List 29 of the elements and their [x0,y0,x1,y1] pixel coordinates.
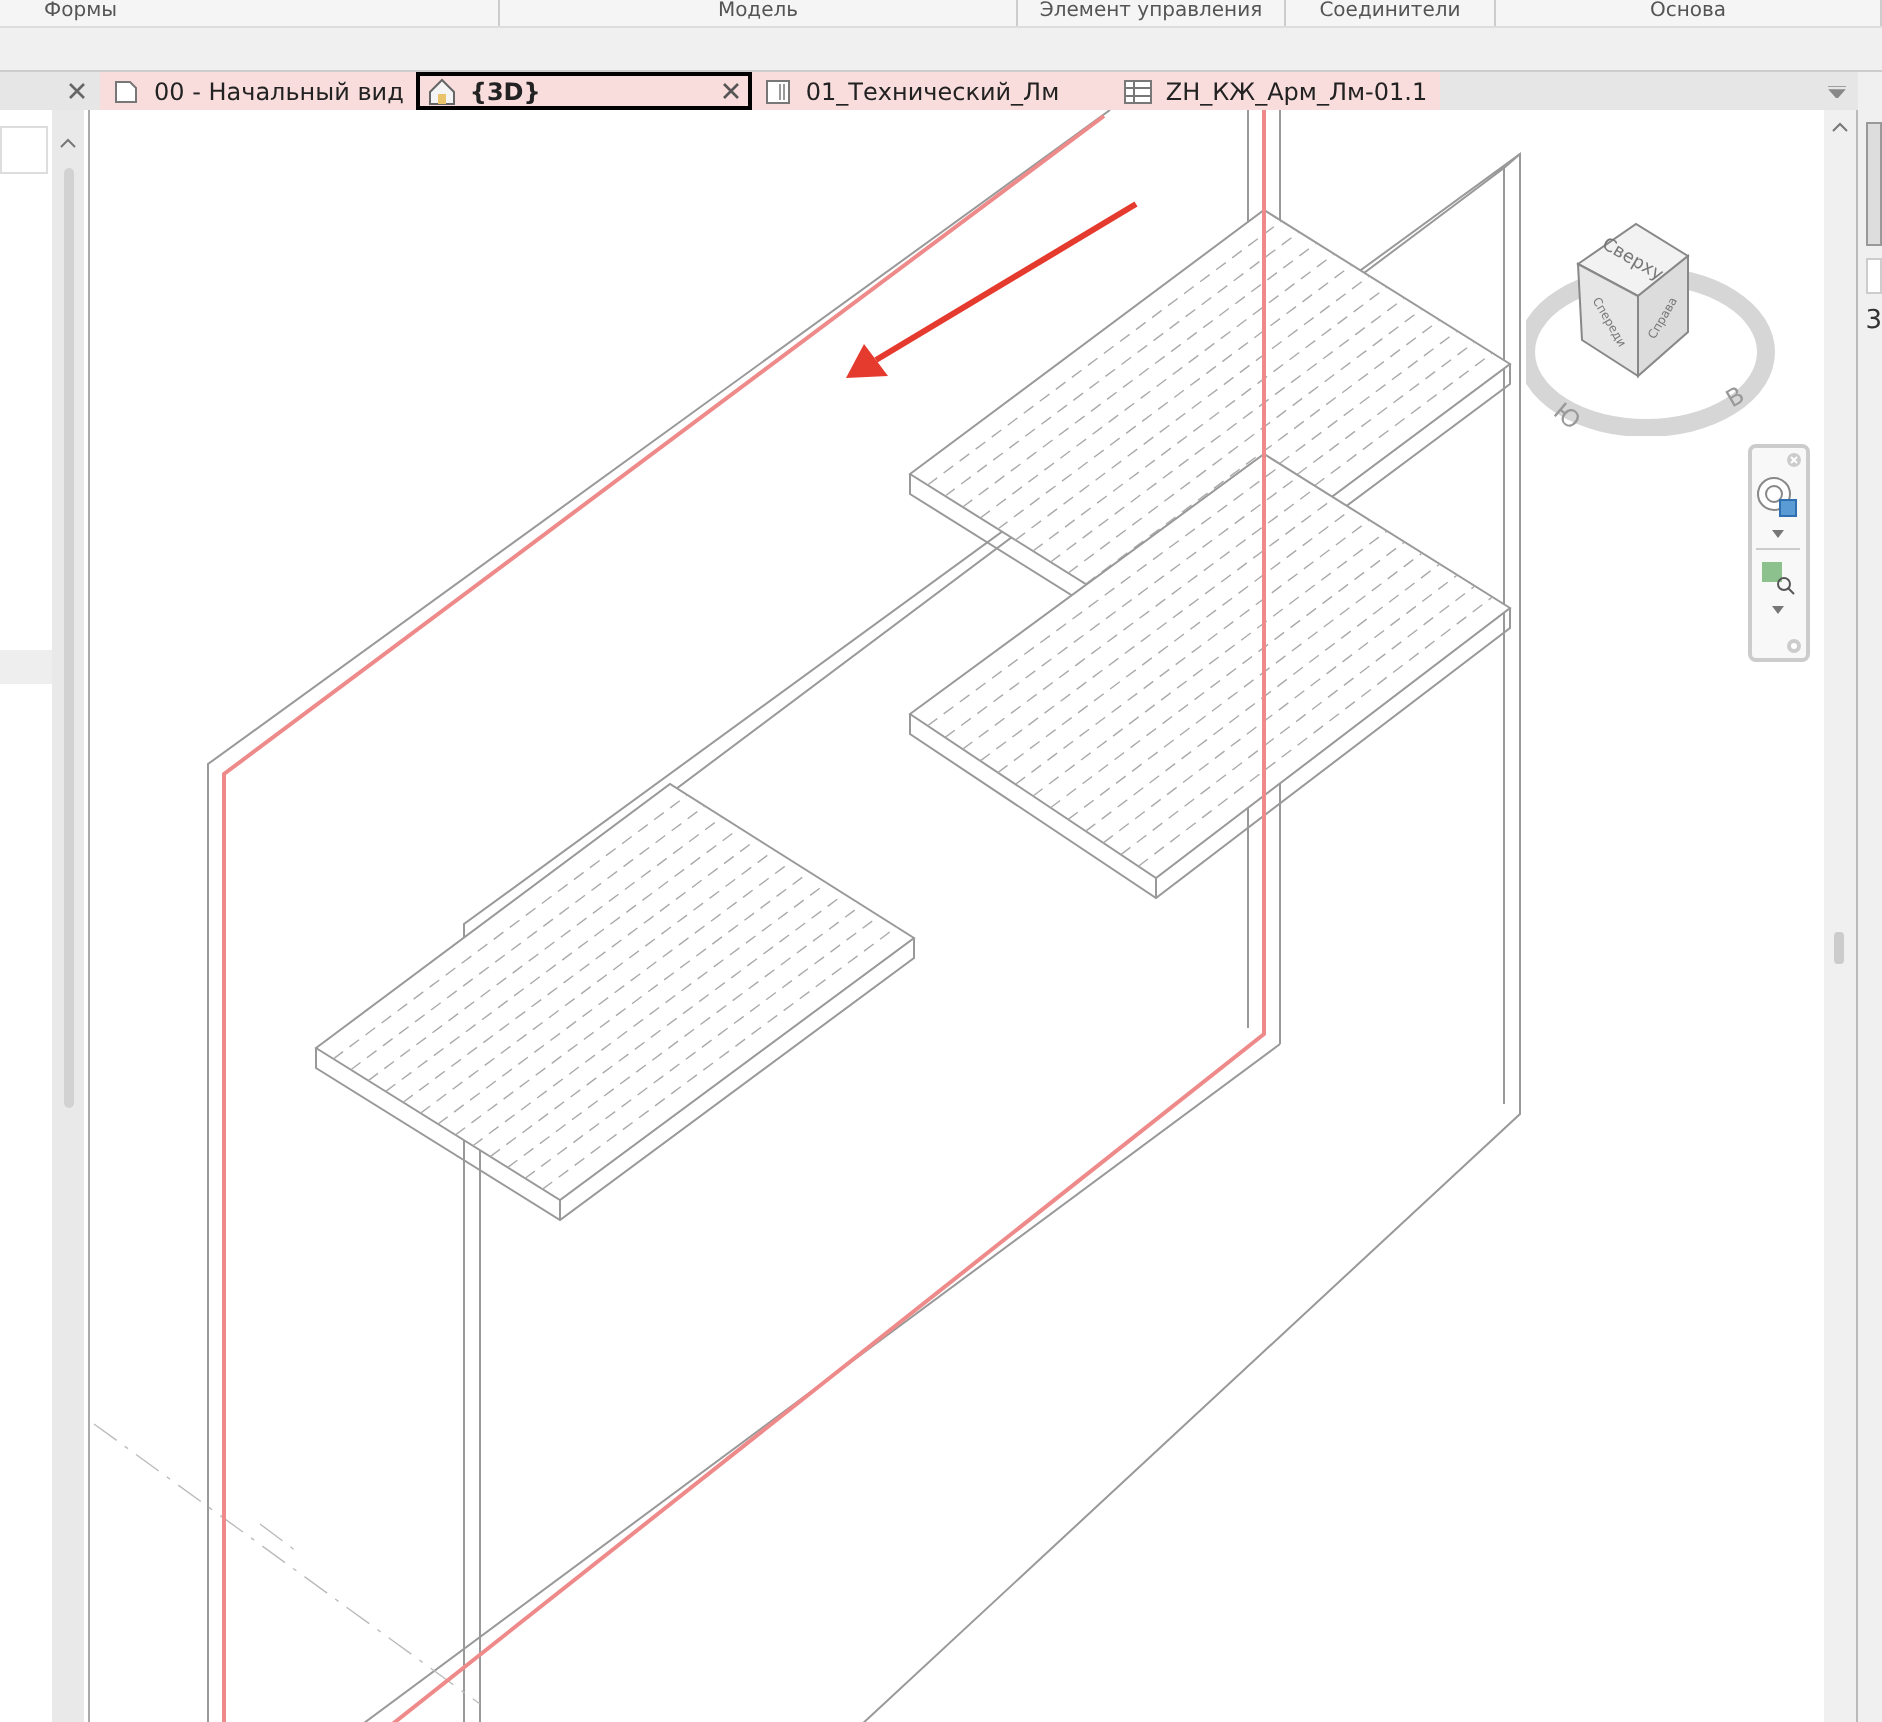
view-tab[interactable]: {3D} [415,72,752,110]
ribbon-panel-title: Соединители [1319,0,1461,22]
preview-thumbnail [1865,122,1882,246]
property-value: 3 [1865,306,1882,336]
wheel-icon[interactable] [1756,476,1801,520]
view-tab[interactable]: 01_Технический_Лм [751,72,1112,110]
scrollbar[interactable] [52,110,84,1722]
view-tab[interactable]: 00 - Начальный вид [100,72,416,110]
ribbon-panel-title: Основа [1649,0,1727,22]
close-icon[interactable] [68,82,86,100]
caret-icon[interactable] [1772,530,1785,538]
ribbon-panel-title: Формы [44,0,118,22]
scroll-up-icon[interactable] [1831,122,1848,132]
caret-icon[interactable] [1772,606,1785,614]
ribbon-panel-title: Модель [717,0,799,22]
page-icon [112,77,140,105]
view-tab[interactable]: ZH_КЖ_Арм_Лм-01.1 [1111,72,1440,110]
search-field[interactable] [0,126,48,174]
ribbon-panel-title: Элемент управления [1039,0,1263,22]
handle-icon[interactable] [1785,638,1802,654]
dropdown-icon[interactable] [1828,85,1846,97]
close-icon[interactable] [721,82,740,100]
house-icon [427,77,456,105]
scroll-thumb[interactable] [1834,932,1845,964]
scroll-up-icon[interactable] [60,138,76,148]
table-icon [1123,79,1152,103]
type-selector[interactable] [1865,258,1882,294]
sheet-icon [763,77,792,105]
zoom-icon[interactable] [1760,560,1797,596]
